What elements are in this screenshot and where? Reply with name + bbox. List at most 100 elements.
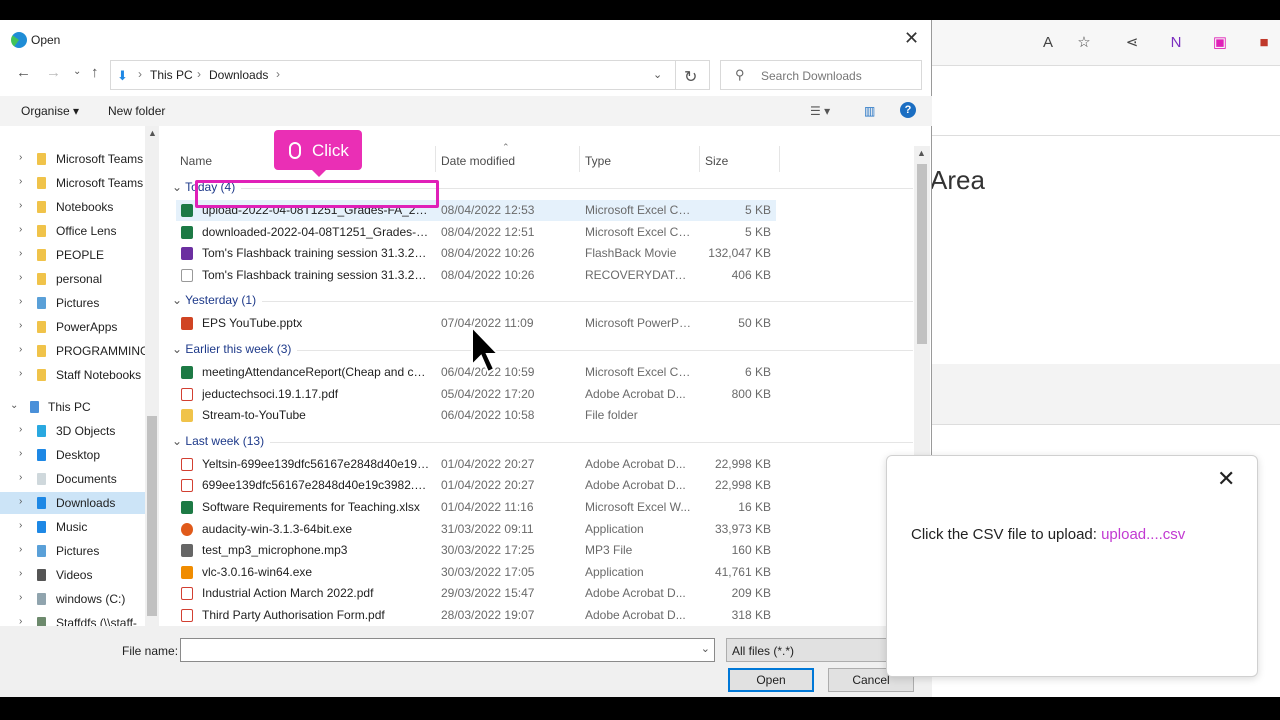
chevron-right-icon[interactable]: › [19,496,22,507]
chevron-down-icon[interactable]: ⌄ [172,293,185,307]
group-header[interactable]: ⌄ Last week (13) [172,434,913,448]
share-icon[interactable]: ⋖ [1122,33,1142,53]
file-row[interactable]: vlc-3.0.16-win64.exe 30/03/2022 17:05 Appl… [176,562,776,583]
file-row[interactable]: downloaded-2022-04-08T1251_Grades-F... 08… [176,222,776,243]
nav-item[interactable]: › Staff Notebooks [0,364,145,386]
close-icon[interactable]: ✕ [904,28,919,49]
popup-file-link[interactable]: upload....csv [1101,526,1185,543]
onenote-icon[interactable]: N [1166,33,1186,53]
column-date-modified[interactable]: Date modified [441,154,515,168]
read-aloud-icon[interactable]: A [1038,33,1058,53]
chevron-right-icon[interactable]: › [19,272,22,283]
file-row[interactable]: Software Requirements for Teaching.xlsx 0… [176,497,776,518]
file-row[interactable]: Stream-to-YouTube 06/04/2022 10:58 File fo… [176,405,776,426]
organise-button[interactable]: Organise ▾ [21,104,79,118]
chevron-right-icon[interactable]: › [19,224,22,235]
view-options-icon[interactable]: ☰ ▾ [810,104,830,118]
nav-item[interactable]: › PROGRAMMING [0,340,149,362]
extension-icon[interactable]: ▣ [1210,33,1230,53]
chevron-down-icon[interactable]: ⌄ [653,68,662,81]
column-type[interactable]: Type [585,154,611,168]
chevron-right-icon[interactable]: › [19,200,22,211]
scroll-up-icon[interactable]: ▲ [148,128,157,138]
chevron-down-icon[interactable]: ⌄ [172,342,185,356]
group-header[interactable]: ⌄ Yesterday (1) [172,293,913,307]
file-row[interactable]: Third Party Authorisation Form.pdf 28/03/… [176,605,776,626]
chevron-right-icon[interactable]: › [19,592,22,603]
file-name-input[interactable]: ⌄ [180,638,715,662]
nav-item[interactable]: › Pictures [0,292,145,314]
scroll-up-icon[interactable]: ▲ [917,148,926,158]
nav-scroll-thumb[interactable] [147,416,157,616]
3d-objects-icon [37,425,46,437]
help-icon[interactable]: ? [900,102,916,118]
file-row[interactable]: test_mp3_microphone.mp3 30/03/2022 17:25 M… [176,540,776,561]
forward-icon[interactable]: → [46,64,61,81]
chevron-right-icon[interactable]: › [19,344,22,355]
preview-pane-icon[interactable]: ▥ [864,104,875,118]
nav-item[interactable]: › Pictures [0,540,145,562]
nav-item[interactable]: › Microsoft Teams [0,172,145,194]
chevron-down-icon[interactable]: ⌄ [10,400,18,411]
music-icon [37,521,46,533]
nav-item[interactable]: › Notebooks [0,196,145,218]
nav-item[interactable]: › 3D Objects [0,420,145,442]
favorites-icon[interactable]: ☆ [1074,33,1094,53]
breadcrumb-downloads[interactable]: Downloads [209,68,268,82]
group-header[interactable]: ⌄ Earlier this week (3) [172,342,913,356]
file-row[interactable]: jeductechsoci.19.1.17.pdf 05/04/2022 17:2… [176,384,776,405]
nav-item[interactable]: › Videos [0,564,145,586]
chevron-right-icon[interactable]: › [19,520,22,531]
chevron-right-icon[interactable]: › [19,544,22,555]
chevron-right-icon[interactable]: › [19,472,22,483]
nav-item[interactable]: › PowerApps [0,316,145,338]
file-row[interactable]: Tom's Flashback training session 31.3.22… [176,243,776,264]
file-type-select[interactable]: All files (*.*) [726,638,896,662]
nav-item[interactable]: › windows (C:) [0,588,145,610]
file-row[interactable]: Yeltsin-699ee139dfc56167e2848d40e19c... 0… [176,454,776,475]
column-name[interactable]: Name [180,154,212,168]
search-input[interactable]: ⚲ Search Downloads [720,60,922,90]
nav-item[interactable]: › personal [0,268,145,290]
up-icon[interactable]: ↑ [91,64,99,81]
nav-scrollbar[interactable]: ▲ ▼ [145,126,159,646]
chevron-right-icon[interactable]: › [19,296,22,307]
nav-item-this-pc[interactable]: ⌄ This PC [0,396,145,418]
file-name: jeductechsoci.19.1.17.pdf [202,386,339,401]
nav-item-downloads[interactable]: › Downloads [0,492,145,514]
file-row[interactable]: audacity-win-3.1.3-64bit.exe 31/03/2022 0… [176,519,776,540]
new-folder-button[interactable]: New folder [108,104,165,118]
refresh-icon[interactable]: ↻ [684,67,697,87]
chevron-down-icon[interactable]: ⌄ [701,642,710,655]
breadcrumb-this-pc[interactable]: This PC [150,68,193,82]
nav-item[interactable]: › PEOPLE [0,244,145,266]
file-row[interactable]: 699ee139dfc56167e2848d40e19c3982.pdf 01/0… [176,475,776,496]
column-size[interactable]: Size [705,154,728,168]
chevron-down-icon[interactable]: ⌄ [172,180,185,194]
chevron-right-icon[interactable]: › [19,152,22,163]
chevron-right-icon[interactable]: › [19,424,22,435]
address-bar[interactable]: ⬇ › This PC › Downloads › ⌄ ↻ [110,60,710,90]
chevron-right-icon[interactable]: › [19,568,22,579]
nav-item[interactable]: › Documents [0,468,145,490]
popup-message-text: Click the CSV file to upload: [911,526,1102,543]
back-icon[interactable]: ← [16,64,31,81]
file-row[interactable]: Industrial Action March 2022.pdf 29/03/20… [176,583,776,604]
nav-item[interactable]: › Music [0,516,145,538]
recent-dropdown-icon[interactable]: ⌄ [73,66,81,77]
nav-item[interactable]: › Office Lens [0,220,145,242]
nav-item[interactable]: › Desktop [0,444,145,466]
file-scroll-thumb[interactable] [917,164,927,344]
chevron-right-icon[interactable]: › [19,176,22,187]
chevron-right-icon[interactable]: › [19,448,22,459]
pictures-icon [37,545,46,557]
chevron-right-icon[interactable]: › [19,248,22,259]
chevron-right-icon[interactable]: › [19,320,22,331]
addon-icon[interactable]: ■ [1254,33,1274,53]
file-row[interactable]: Tom's Flashback training session 31.3.22… [176,265,776,286]
chevron-down-icon[interactable]: ⌄ [172,434,185,448]
close-icon[interactable]: ✕ [1217,466,1235,492]
nav-item[interactable]: › Microsoft Teams [0,148,145,170]
open-button[interactable]: Open [728,668,814,692]
chevron-right-icon[interactable]: › [19,368,22,379]
